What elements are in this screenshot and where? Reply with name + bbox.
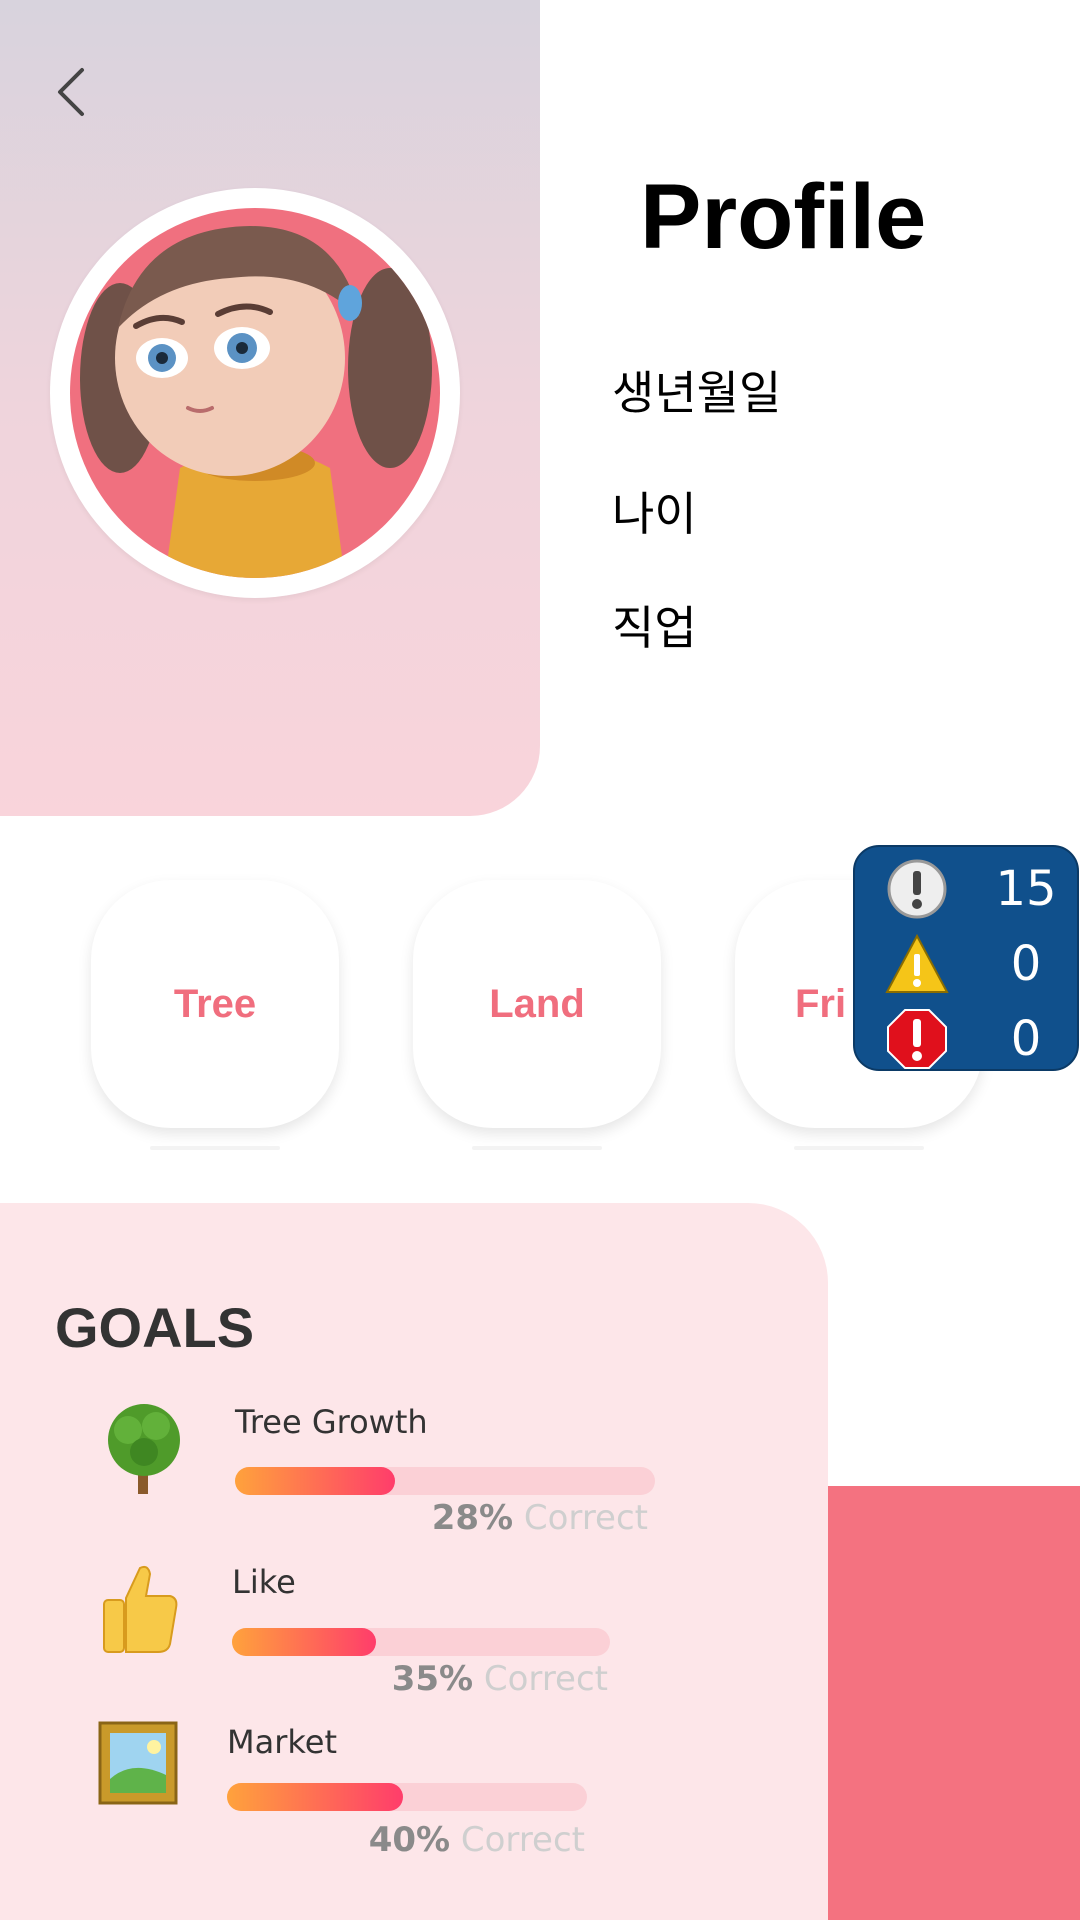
avatar[interactable] bbox=[50, 188, 460, 598]
progress-track-tree-growth bbox=[235, 1467, 655, 1495]
progress-fill-market bbox=[227, 1783, 404, 1811]
occupation-label: 직업 bbox=[612, 602, 697, 654]
warning-icon bbox=[885, 933, 949, 993]
progress-text-tree-growth: 28% Correct bbox=[432, 1498, 648, 1538]
birthdate-label: 생년월일 bbox=[612, 367, 782, 419]
progress-fill-like bbox=[232, 1628, 376, 1656]
percent-value: 35% bbox=[391, 1659, 474, 1699]
tree-card[interactable]: Tree bbox=[91, 880, 339, 1128]
info-count: 15 bbox=[995, 861, 1057, 917]
error-count-row: 0 bbox=[885, 1007, 1065, 1071]
progress-fill-tree-growth bbox=[235, 1467, 395, 1495]
back-button[interactable] bbox=[50, 62, 100, 122]
warning-count-row: 0 bbox=[885, 932, 1065, 996]
tree-card-label: Tree bbox=[173, 981, 257, 1026]
friends-card-label: Fri bbox=[795, 981, 847, 1026]
goals-panel: GOALS Tree Growth 28% Correct Like 35% C… bbox=[0, 1203, 828, 1920]
avatar-image bbox=[70, 208, 440, 578]
percent-suffix: Correct bbox=[460, 1820, 585, 1860]
error-count: 0 bbox=[1010, 1011, 1042, 1067]
land-card-label: Land bbox=[489, 981, 585, 1026]
page-title: Profile bbox=[640, 166, 927, 268]
card-shadow-line bbox=[472, 1146, 602, 1150]
thumbs-up-icon bbox=[103, 1565, 178, 1653]
progress-text-market: 40% Correct bbox=[369, 1820, 585, 1860]
chevron-left-icon bbox=[58, 68, 84, 116]
goal-label-like: Like bbox=[232, 1563, 296, 1601]
character-illustration bbox=[80, 226, 432, 578]
goals-title: GOALS bbox=[55, 1296, 255, 1359]
decorative-block bbox=[828, 1486, 1080, 1920]
error-icon bbox=[887, 1009, 947, 1069]
tree-icon bbox=[108, 1404, 180, 1494]
goal-label-market: Market bbox=[227, 1723, 337, 1761]
land-card[interactable]: Land bbox=[413, 880, 661, 1128]
picture-frame-icon bbox=[98, 1721, 178, 1805]
info-count-row: 15 bbox=[885, 857, 1065, 921]
percent-value: 28% bbox=[431, 1498, 514, 1538]
percent-suffix: Correct bbox=[483, 1659, 608, 1699]
log-status-overlay[interactable]: 15 0 0 bbox=[853, 845, 1079, 1071]
progress-track-market bbox=[227, 1783, 587, 1811]
age-label: 나이 bbox=[612, 488, 697, 540]
percent-value: 40% bbox=[368, 1820, 451, 1860]
profile-header-panel bbox=[0, 0, 540, 816]
card-shadow-line bbox=[794, 1146, 924, 1150]
progress-track-like bbox=[232, 1628, 610, 1656]
card-shadow-line bbox=[150, 1146, 280, 1150]
goal-label-tree-growth: Tree Growth bbox=[235, 1403, 428, 1441]
progress-text-like: 35% Correct bbox=[392, 1659, 608, 1699]
percent-suffix: Correct bbox=[523, 1498, 648, 1538]
warning-count: 0 bbox=[1010, 936, 1042, 992]
info-icon bbox=[887, 859, 947, 919]
